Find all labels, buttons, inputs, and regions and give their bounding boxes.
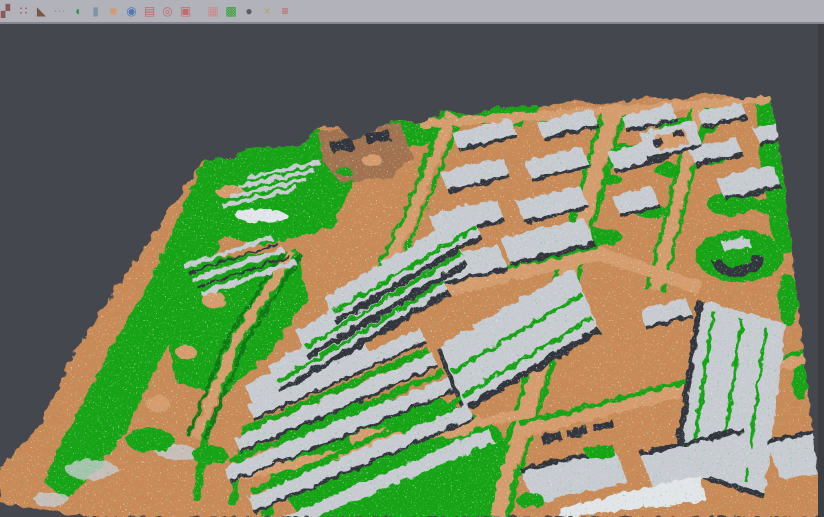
texture-icon: ■ bbox=[110, 5, 117, 17]
layer-stack-icon: ▤ bbox=[144, 5, 155, 17]
orbit-globe-button[interactable]: ◉ bbox=[123, 2, 140, 20]
point-sampling-button[interactable]: ⋯ bbox=[51, 2, 68, 20]
dark-globe-icon: ● bbox=[245, 5, 252, 17]
application-window: ▞ ∷ ◣ ⋯ ◖ ▮ ■ ◉ ▤ ◎ ▣ ▦ ▩ ● × ≡ bbox=[0, 0, 824, 517]
terrain-button[interactable]: ◣ bbox=[33, 2, 50, 20]
mask-button[interactable]: ▞ bbox=[0, 2, 14, 20]
mask-icon: ▞ bbox=[1, 5, 10, 17]
ring-tool-icon: ◎ bbox=[162, 5, 172, 17]
window-edge bbox=[818, 24, 824, 517]
raster-grid-button[interactable]: ▦ bbox=[205, 2, 222, 20]
cancel-mesh-button[interactable]: × bbox=[259, 2, 276, 20]
mesh-icon: ◖ bbox=[74, 5, 81, 17]
align-points-icon: ∷ bbox=[20, 5, 28, 17]
orbit-globe-icon: ◉ bbox=[126, 5, 136, 17]
point-sampling-icon: ⋯ bbox=[54, 5, 66, 17]
point-cloud-render bbox=[0, 24, 824, 517]
segment-list-button[interactable]: ≡ bbox=[277, 2, 294, 20]
terrain-icon: ◣ bbox=[37, 5, 46, 17]
ring-tool-button[interactable]: ◎ bbox=[159, 2, 176, 20]
clip-box-icon: ▣ bbox=[180, 5, 191, 17]
cancel-mesh-icon: × bbox=[263, 5, 270, 17]
align-points-button[interactable]: ∷ bbox=[15, 2, 32, 20]
profile-button[interactable]: ▮ bbox=[87, 2, 104, 20]
dark-globe-button[interactable]: ● bbox=[241, 2, 258, 20]
raster-grid-icon: ▦ bbox=[207, 5, 218, 17]
classified-raster-icon: ▩ bbox=[225, 5, 236, 17]
clip-box-button[interactable]: ▣ bbox=[177, 2, 194, 20]
profile-icon: ▮ bbox=[92, 5, 99, 17]
layer-stack-button[interactable]: ▤ bbox=[141, 2, 158, 20]
texture-button[interactable]: ■ bbox=[105, 2, 122, 20]
segment-list-icon: ≡ bbox=[281, 5, 288, 17]
classified-raster-button[interactable]: ▩ bbox=[223, 2, 240, 20]
3d-viewport[interactable] bbox=[0, 24, 824, 517]
main-toolbar: ▞ ∷ ◣ ⋯ ◖ ▮ ■ ◉ ▤ ◎ ▣ ▦ ▩ ● × ≡ bbox=[0, 0, 824, 24]
mesh-button[interactable]: ◖ bbox=[69, 2, 86, 20]
